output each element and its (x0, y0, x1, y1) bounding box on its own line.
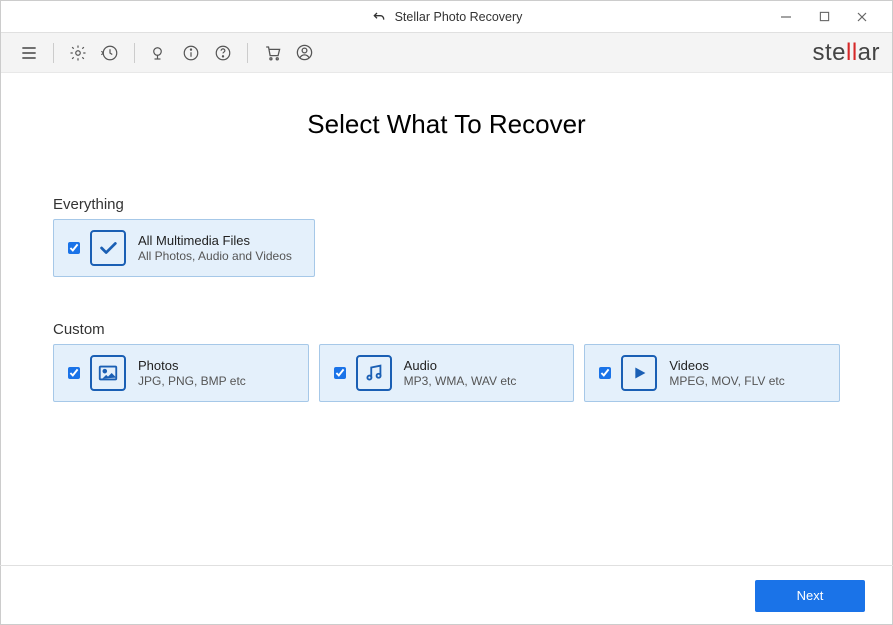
window-titlebar: Stellar Photo Recovery (1, 1, 892, 33)
lab-icon[interactable] (146, 40, 172, 66)
card-title: Audio (404, 358, 517, 374)
card-videos[interactable]: Videos MPEG, MOV, FLV etc (584, 344, 840, 402)
section-label-everything: Everything (53, 196, 840, 213)
brand-logo: stellar (812, 39, 880, 67)
card-photos[interactable]: Photos JPG, PNG, BMP etc (53, 344, 309, 402)
help-icon[interactable] (210, 40, 236, 66)
brand-pre: ste (812, 39, 846, 66)
toolbar-divider (53, 43, 54, 63)
cart-icon[interactable] (259, 40, 285, 66)
card-subtitle: JPG, PNG, BMP etc (138, 374, 246, 388)
back-icon (371, 9, 387, 25)
user-icon[interactable] (291, 40, 317, 66)
section-label-custom: Custom (53, 321, 840, 338)
maximize-button[interactable] (814, 7, 834, 27)
checkbox-all-multimedia[interactable] (68, 242, 80, 254)
menu-icon[interactable] (16, 40, 42, 66)
card-subtitle: MPEG, MOV, FLV etc (669, 374, 784, 388)
checkbox-videos[interactable] (599, 367, 611, 379)
audio-icon (356, 355, 392, 391)
card-title: Videos (669, 358, 784, 374)
brand-highlight: ll (846, 39, 858, 66)
photo-icon (90, 355, 126, 391)
card-title: All Multimedia Files (138, 233, 292, 249)
card-subtitle: All Photos, Audio and Videos (138, 249, 292, 263)
next-button[interactable]: Next (755, 580, 865, 612)
brand-post: ar (858, 39, 880, 66)
checkbox-photos[interactable] (68, 367, 80, 379)
history-icon[interactable] (97, 40, 123, 66)
window-title: Stellar Photo Recovery (395, 10, 523, 24)
card-audio[interactable]: Audio MP3, WMA, WAV etc (319, 344, 575, 402)
toolbar-divider (247, 43, 248, 63)
card-subtitle: MP3, WMA, WAV etc (404, 374, 517, 388)
minimize-button[interactable] (776, 7, 796, 27)
card-all-multimedia[interactable]: All Multimedia Files All Photos, Audio a… (53, 219, 315, 277)
check-icon (90, 230, 126, 266)
checkbox-audio[interactable] (334, 367, 346, 379)
toolbar: stellar (1, 33, 892, 73)
gear-icon[interactable] (65, 40, 91, 66)
video-icon (621, 355, 657, 391)
info-icon[interactable] (178, 40, 204, 66)
close-button[interactable] (852, 7, 872, 27)
footer: Next (0, 565, 893, 625)
toolbar-divider (134, 43, 135, 63)
page-title: Select What To Recover (1, 109, 892, 140)
card-title: Photos (138, 358, 246, 374)
